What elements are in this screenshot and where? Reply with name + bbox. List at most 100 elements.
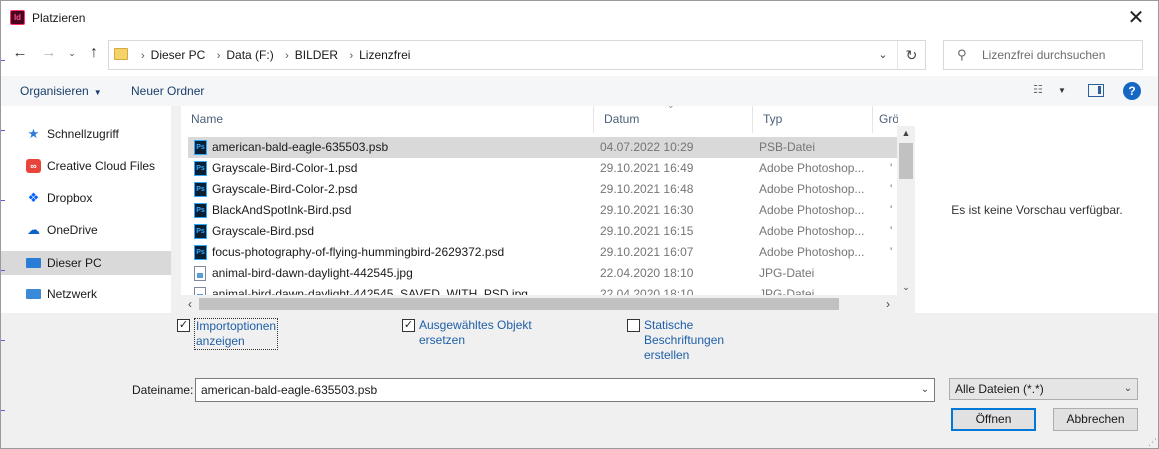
history-chevron-icon[interactable]: ⌄	[64, 45, 80, 61]
search-input[interactable]: ⚲ Lizenzfrei durchsuchen	[943, 40, 1143, 70]
folder-icon	[114, 48, 128, 60]
photoshop-file-icon: Ps	[194, 161, 207, 176]
file-name-cell: BlackAndSpotInk-Bird.psd	[212, 203, 352, 217]
scroll-left-icon[interactable]: ‹	[181, 295, 199, 313]
vertical-scroll-thumb[interactable]	[899, 143, 913, 179]
breadcrumb-separator-icon: ›	[141, 50, 145, 62]
import-options-label-line: Importoptionen	[196, 319, 277, 333]
vertical-scrollbar[interactable]: ▲ ⌄	[897, 126, 915, 295]
sidebar-item-onedrive[interactable]: ☁ OneDrive	[1, 218, 171, 242]
static-captions-label-line: Statische	[644, 318, 694, 332]
file-list: Name ⌄ Datum Typ Grö Ps american-bald-eag…	[181, 106, 915, 313]
breadcrumb: › Dieser PC › Data (F:) › BILDER › Lizenzfre…	[133, 41, 410, 69]
forward-arrow-icon[interactable]: →	[41, 45, 57, 61]
replace-selected-checkbox[interactable]: ✓	[402, 319, 415, 332]
view-dropdown-icon[interactable]: ▼	[1058, 84, 1066, 97]
column-header-date[interactable]: Datum	[593, 106, 753, 133]
filetype-select[interactable]: Alle Dateien (*.*) ⌄	[949, 378, 1138, 400]
resize-grip-icon[interactable]: ⋰	[1148, 438, 1157, 447]
new-folder-button[interactable]: Neuer Ordner	[131, 76, 204, 106]
horizontal-scroll-thumb[interactable]	[199, 298, 839, 310]
scroll-right-icon[interactable]: ›	[879, 295, 897, 313]
table-row[interactable]: Ps american-bald-eagle-635503.psb 04.07.20…	[188, 137, 897, 158]
sidebar-item-label: Schnellzugriff	[47, 127, 119, 141]
sidebar-item-creative-cloud[interactable]: ∞ Creative Cloud Files	[1, 154, 171, 178]
sidebar-item-network[interactable]: Netzwerk	[1, 282, 171, 306]
static-captions-label[interactable]: Statische Beschriftungen erstellen	[644, 318, 724, 363]
file-size-cell: '	[890, 224, 893, 238]
close-icon[interactable]: ✕	[1124, 6, 1148, 30]
filename-input[interactable]: american-bald-eagle-635503.psb ⌄	[195, 378, 935, 402]
cancel-button[interactable]: Abbrechen	[1053, 408, 1138, 431]
file-size-cell: '	[890, 182, 893, 196]
file-type-cell: Adobe Photoshop...	[759, 224, 865, 238]
table-row[interactable]: Ps Grayscale-Bird-Color-1.psd 29.10.2021 1…	[188, 158, 897, 179]
sidebar-item-dropbox[interactable]: ❖ Dropbox	[1, 186, 171, 210]
view-details-icon[interactable]: ☷	[1033, 84, 1050, 97]
replace-selected-label-line: ersetzen	[419, 333, 466, 347]
breadcrumb-item[interactable]: BILDER	[295, 48, 338, 62]
horizontal-scrollbar[interactable]: ‹ ›	[181, 295, 897, 313]
sidebar-item-quick-access[interactable]: ★ Schnellzugriff	[1, 122, 171, 146]
network-icon	[26, 289, 41, 299]
scroll-down-icon[interactable]: ⌄	[897, 280, 915, 295]
sidebar-item-this-pc[interactable]: Dieser PC	[1, 251, 171, 275]
file-name-cell: american-bald-eagle-635503.psb	[212, 140, 389, 154]
column-header-size[interactable]: Grö	[872, 106, 898, 133]
help-icon[interactable]: ?	[1123, 82, 1141, 100]
import-options-checkbox[interactable]: ✓	[177, 319, 190, 332]
table-row[interactable]: Ps Grayscale-Bird-Color-2.psd 29.10.2021 1…	[188, 179, 897, 200]
table-row[interactable]: animal-bird-dawn-daylight-442545.jpg 22.0…	[188, 263, 897, 284]
filename-value: american-bald-eagle-635503.psb	[201, 383, 378, 397]
filetype-dropdown-icon[interactable]: ⌄	[1121, 379, 1135, 399]
breadcrumb-item[interactable]: Data (F:)	[226, 48, 273, 62]
breadcrumb-item[interactable]: Dieser PC	[151, 48, 206, 62]
file-name-cell: focus-photography-of-flying-hummingbird-…	[212, 245, 505, 259]
file-size-cell: '	[890, 161, 893, 175]
table-row[interactable]: Ps BlackAndSpotInk-Bird.psd 29.10.2021 16:…	[188, 200, 897, 221]
photoshop-file-icon: Ps	[194, 245, 207, 260]
file-type-cell: JPG-Datei	[759, 266, 815, 280]
filename-dropdown-icon[interactable]: ⌄	[916, 379, 934, 401]
column-header-type[interactable]: Typ	[752, 106, 873, 133]
title-bar: Id Platzieren ✕	[1, 1, 1158, 36]
scrollbar-corner	[897, 295, 915, 313]
file-date-cell: 29.10.2021 16:48	[600, 182, 694, 196]
preview-pane-icon[interactable]	[1088, 84, 1104, 97]
table-row[interactable]: Ps Grayscale-Bird.psd 29.10.2021 16:15 Adob…	[188, 221, 897, 242]
scroll-up-icon[interactable]: ▲	[897, 126, 915, 141]
static-captions-checkbox[interactable]	[627, 319, 640, 332]
breadcrumb-separator-icon: ›	[349, 50, 354, 62]
file-date-cell: 29.10.2021 16:07	[600, 245, 694, 259]
sidebar-item-label: Netzwerk	[47, 287, 98, 301]
filetype-value: Alle Dateien (*.*)	[955, 382, 1044, 396]
open-button[interactable]: Öffnen	[951, 408, 1036, 431]
replace-selected-label-line: Ausgewähltes Objekt	[419, 318, 532, 332]
column-header-name[interactable]: Name	[181, 106, 593, 133]
organize-menu-button[interactable]: Organisieren ▼	[20, 76, 102, 106]
background-tick	[1, 200, 5, 201]
breadcrumb-item[interactable]: Lizenzfrei	[359, 48, 410, 62]
photoshop-file-icon: Ps	[194, 224, 207, 239]
command-bar: Organisieren ▼ Neuer Ordner ☷ ▼ ?	[1, 76, 1158, 106]
replace-selected-label[interactable]: Ausgewähltes Objekt ersetzen	[419, 318, 532, 348]
refresh-icon[interactable]: ↻	[897, 41, 925, 69]
file-type-cell: Adobe Photoshop...	[759, 182, 865, 196]
this-pc-icon	[26, 258, 41, 268]
import-options-label[interactable]: Importoptionen anzeigen	[194, 318, 279, 350]
back-arrow-icon[interactable]: ←	[12, 45, 28, 61]
address-bar[interactable]: › Dieser PC › Data (F:) › BILDER › Lizenzfre…	[108, 40, 926, 70]
static-captions-label-line: erstellen	[644, 348, 690, 362]
star-icon: ★	[27, 126, 40, 141]
sidebar-item-label: OneDrive	[47, 223, 98, 237]
background-tick	[1, 270, 5, 271]
file-name-cell: Grayscale-Bird.psd	[212, 224, 315, 238]
background-tick	[1, 410, 5, 411]
sidebar-item-label: Dropbox	[47, 191, 93, 205]
file-name-cell: Grayscale-Bird-Color-2.psd	[212, 182, 358, 196]
up-arrow-icon[interactable]: ↑	[86, 45, 102, 61]
onedrive-icon: ☁	[27, 222, 40, 237]
background-tick	[1, 60, 5, 61]
table-row[interactable]: Ps focus-photography-of-flying-hummingbir…	[188, 242, 897, 263]
address-dropdown-icon[interactable]: ⌄	[872, 41, 894, 69]
